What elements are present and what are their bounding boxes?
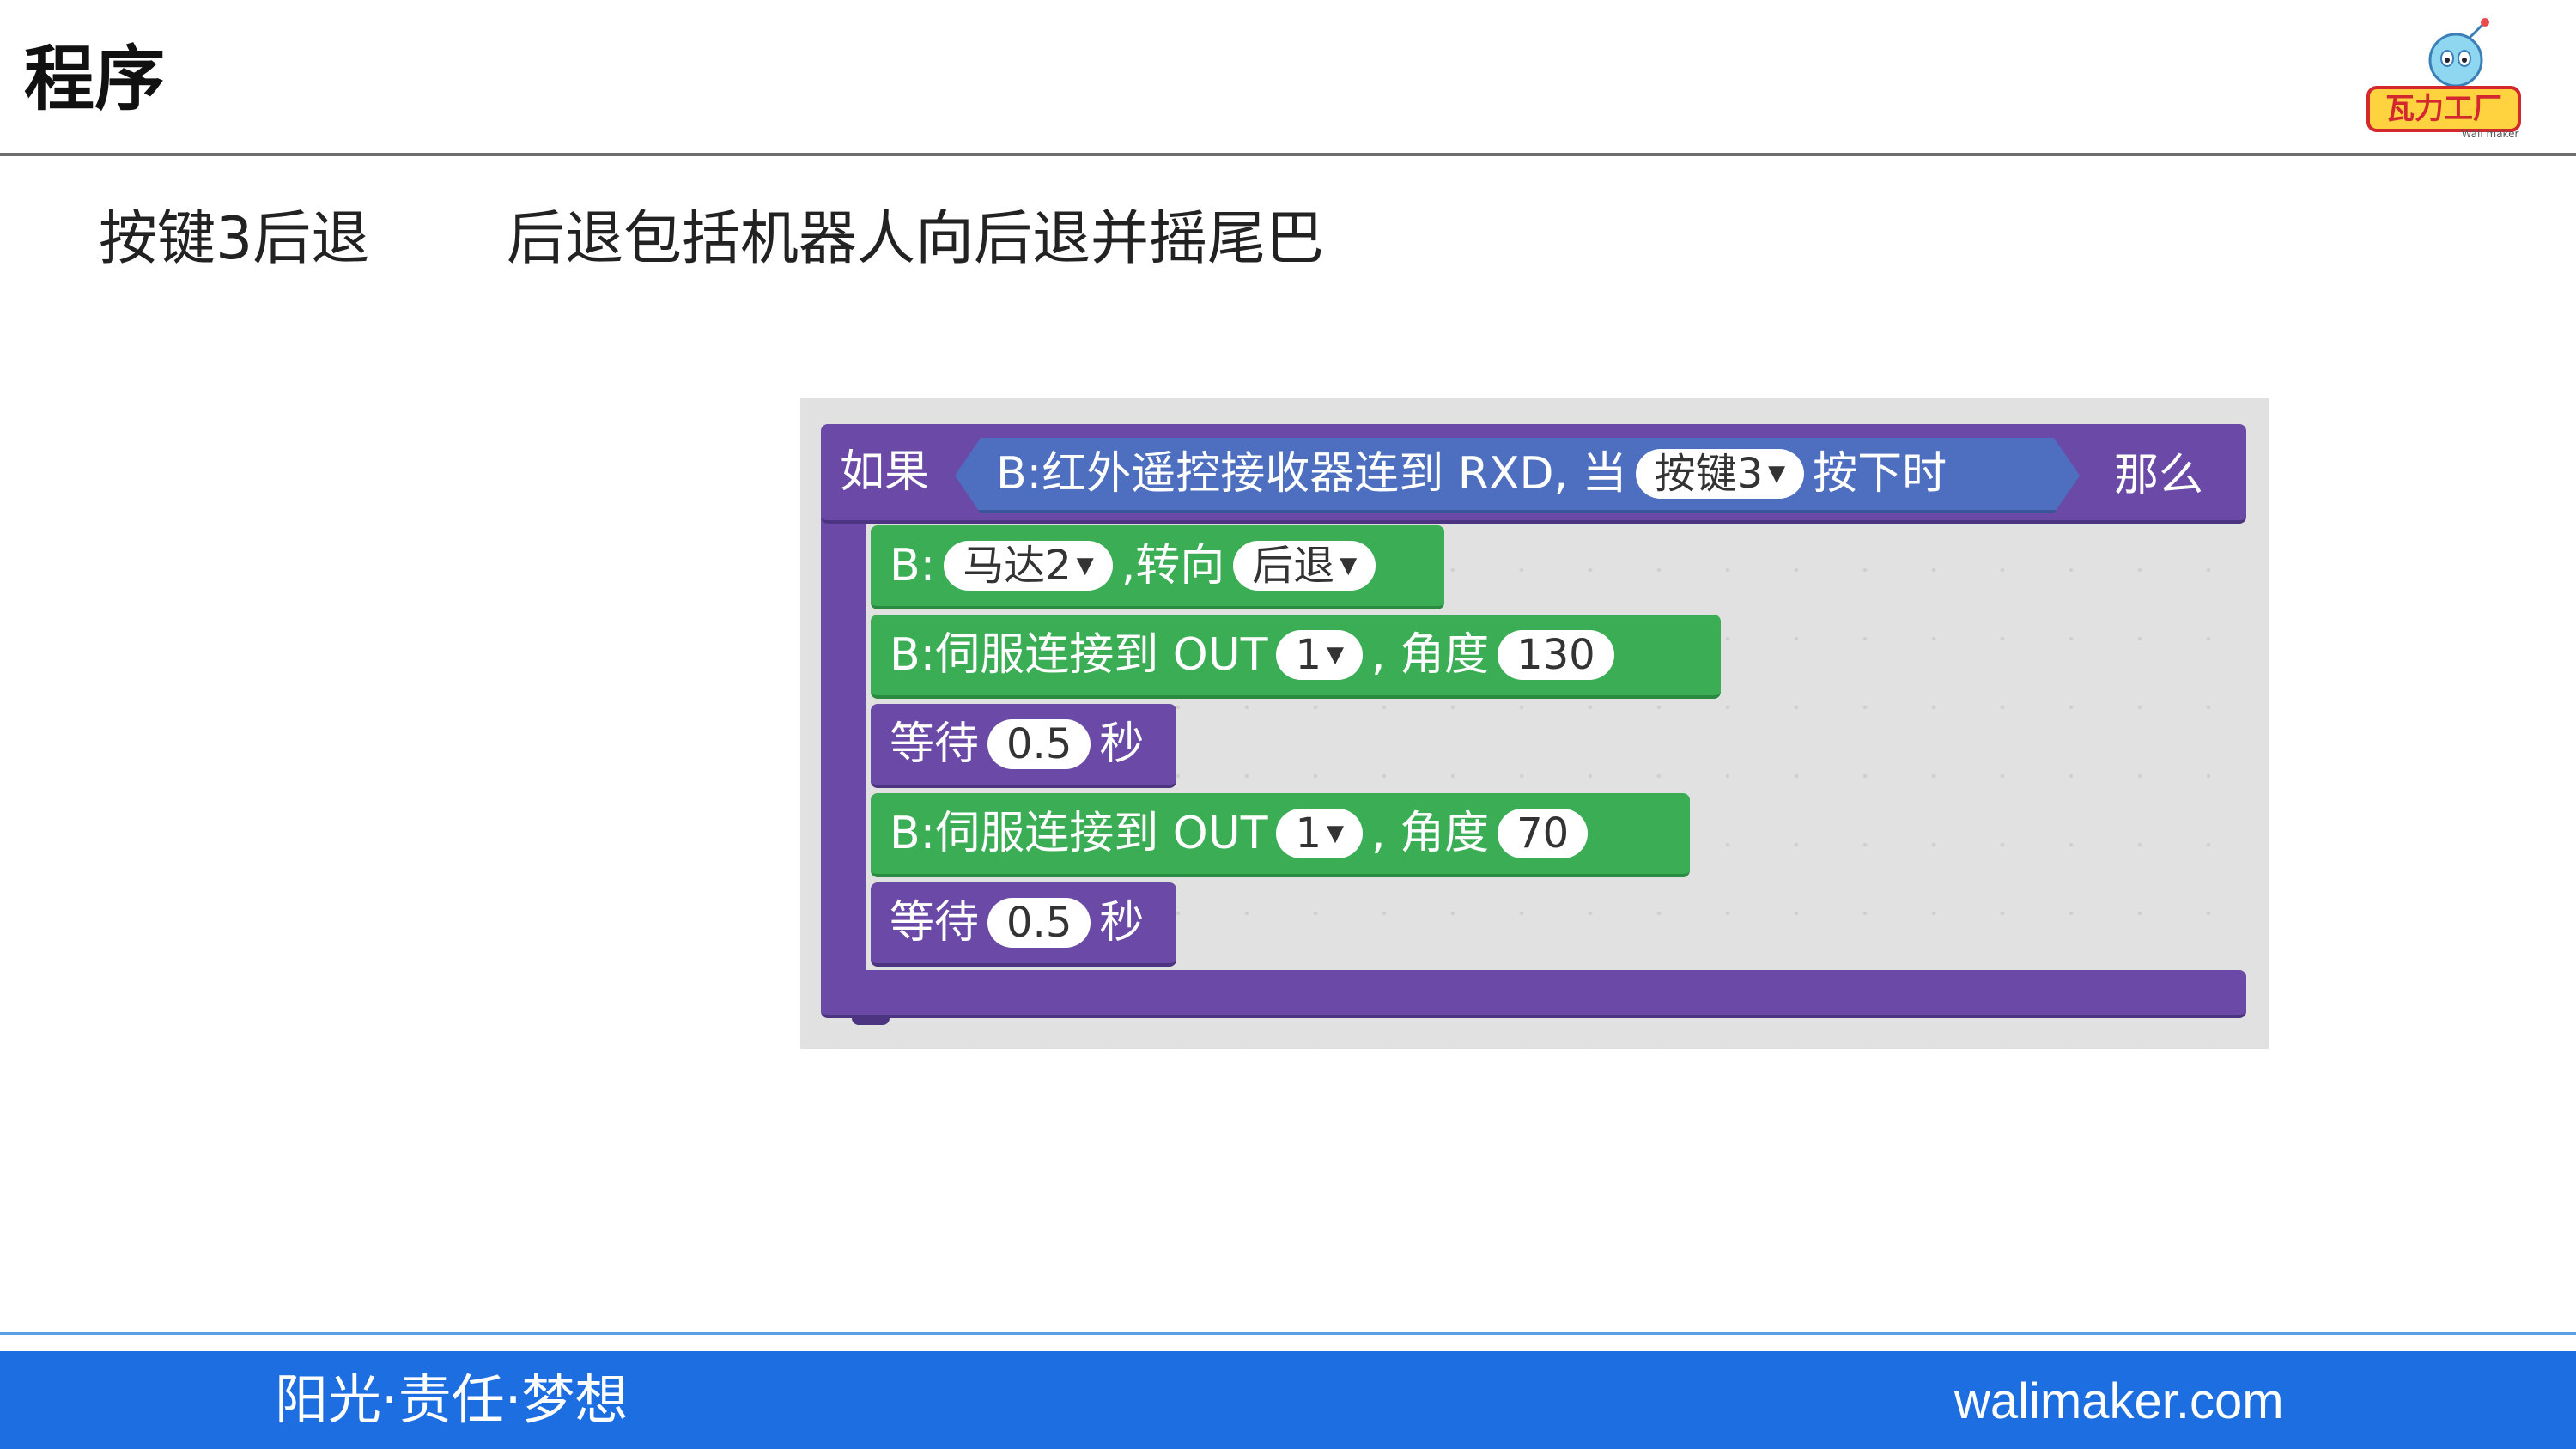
scratch-program-canvas[interactable]: 如果 B:红外遥控接收器连到 RXD, 当 按键3 ▼ 按下时 那么 B: 马达… (800, 398, 2269, 1049)
wait-block-1[interactable]: 等待 0.5 秒 (871, 704, 1176, 788)
dropdown-caret-icon: ▼ (1327, 821, 1345, 846)
then-label: 那么 (2114, 450, 2204, 501)
if-block-bottom[interactable] (821, 970, 2246, 1018)
dropdown-caret-icon: ▼ (1340, 553, 1358, 579)
condition-label: B:红外遥控接收器连到 RXD, 当 (996, 448, 1627, 500)
dropdown-caret-icon: ▼ (1327, 642, 1345, 668)
servo-label: B:伺服连接到 OUT (890, 808, 1268, 859)
servo-angle-label: , 角度 (1371, 629, 1490, 681)
servo-angle-input[interactable]: 70 (1498, 809, 1589, 858)
key-select[interactable]: 按键3 ▼ (1636, 449, 1805, 499)
dropdown-caret-icon: ▼ (1076, 553, 1094, 579)
if-block-bottom-notch (852, 1015, 890, 1025)
walimaker-robot-logo-icon: 瓦力工厂 Wali maker (2366, 18, 2521, 140)
dropdown-caret-icon: ▼ (1768, 461, 1786, 487)
motor-prefix: B: (890, 540, 936, 591)
condition-suffix: 按下时 (1813, 448, 1947, 500)
walimaker-logo: 瓦力工厂 Wali maker (2361, 15, 2533, 141)
motor-direction-block[interactable]: B: 马达2 ▼ ,转向 后退 ▼ (871, 525, 1444, 609)
footer-website: walimaker.com (1954, 1373, 2284, 1429)
servo-label: B:伺服连接到 OUT (890, 629, 1268, 681)
if-label: 如果 (840, 446, 930, 498)
servo-angle-input[interactable]: 130 (1498, 630, 1614, 680)
svg-text:Wali maker: Wali maker (2462, 128, 2519, 140)
wait-seconds-input[interactable]: 0.5 (987, 719, 1091, 769)
motor-middle-label: ,转向 (1121, 540, 1225, 591)
motor-select[interactable]: 马达2 ▼ (944, 541, 1113, 591)
subtitle-left: 按键3后退 (99, 205, 370, 273)
wait-block-2[interactable]: 等待 0.5 秒 (871, 882, 1176, 967)
footer-slogan: 阳光·责任·梦想 (275, 1368, 629, 1431)
direction-select[interactable]: 后退 ▼ (1233, 541, 1376, 591)
page-title: 程序 (24, 39, 166, 120)
footer-divider (0, 1332, 2576, 1335)
servo-block-1[interactable]: B:伺服连接到 OUT 1 ▼ , 角度 130 (871, 615, 1721, 699)
servo-block-2[interactable]: B:伺服连接到 OUT 1 ▼ , 角度 70 (871, 793, 1690, 877)
wait-label: 等待 (890, 897, 980, 949)
wait-unit: 秒 (1099, 718, 1145, 770)
ir-condition-block[interactable]: B:红外遥控接收器连到 RXD, 当 按键3 ▼ 按下时 (955, 438, 2080, 513)
svg-text:瓦力工厂: 瓦力工厂 (2385, 92, 2502, 126)
subtitle-right: 后退包括机器人向后退并摇尾巴 (507, 205, 1325, 273)
servo-angle-label: , 角度 (1371, 808, 1490, 859)
servo-port-select[interactable]: 1 ▼ (1276, 630, 1364, 680)
wait-label: 等待 (890, 718, 980, 770)
header-divider (0, 153, 2576, 156)
servo-port-select[interactable]: 1 ▼ (1276, 809, 1364, 858)
wait-seconds-input[interactable]: 0.5 (987, 898, 1091, 948)
if-block-arm[interactable] (821, 493, 866, 991)
wait-unit: 秒 (1099, 897, 1145, 949)
